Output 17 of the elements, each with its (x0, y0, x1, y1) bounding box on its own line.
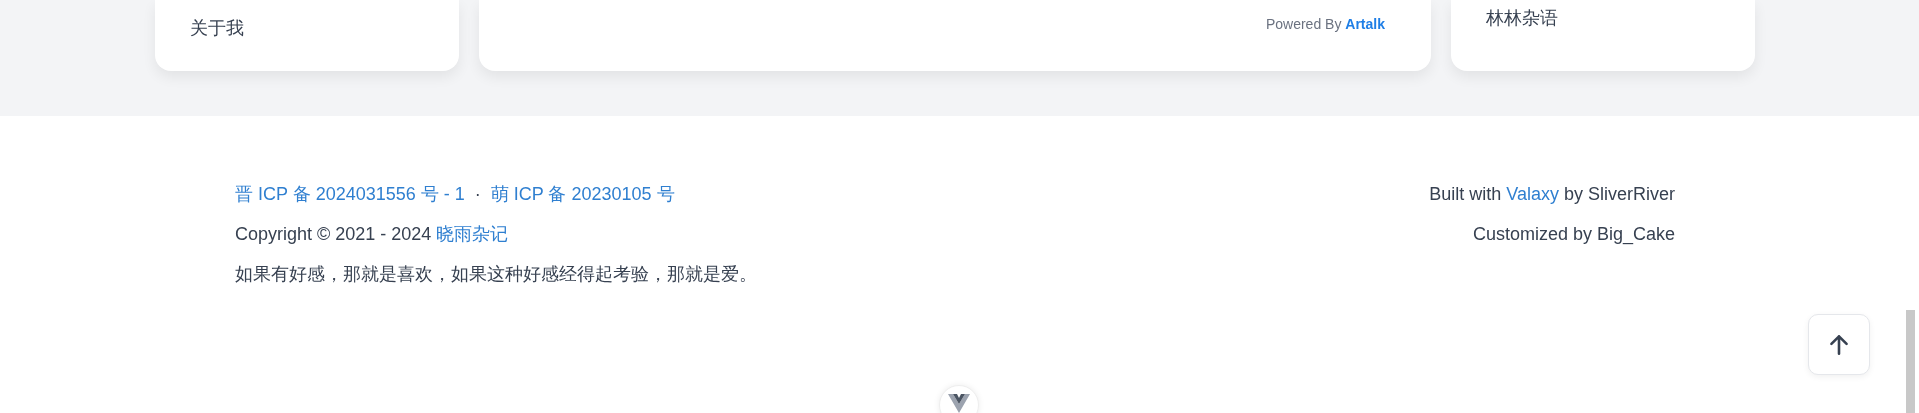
menu-item[interactable]: 关于我 (190, 16, 244, 71)
vue-logo-button[interactable] (939, 385, 979, 413)
logo-icon (948, 394, 970, 413)
icp-link[interactable]: 晋 ICP 备 2024031556 号 - 1 (235, 180, 465, 208)
powered-by-text: Powered By Artalk (1265, 15, 1385, 34)
valaxy-link[interactable]: Valaxy (1506, 184, 1559, 204)
back-to-top-button[interactable] (1808, 314, 1870, 375)
customized-text: Customized by Big_Cake (1472, 223, 1675, 247)
motto-text: 如果有好感，那就是喜欢，如果这种好感经得起考验，那就是爱。 (235, 263, 757, 286)
built-with-text: Built with Valaxy by SliverRiver (1429, 183, 1675, 206)
friend-link[interactable]: 林林杂语 (1486, 6, 1558, 71)
separator-dot: · (474, 183, 481, 206)
scrollbar-thumb[interactable] (1906, 310, 1915, 413)
icp-link[interactable]: 萌 ICP 备 20230105 号 (490, 180, 675, 208)
copyright-text: Copyright © 2021 - 2024 晓雨杂记 (235, 223, 509, 246)
site-link[interactable]: 晓雨杂记 (436, 224, 509, 244)
artalk-link[interactable]: Artalk (1345, 16, 1385, 32)
